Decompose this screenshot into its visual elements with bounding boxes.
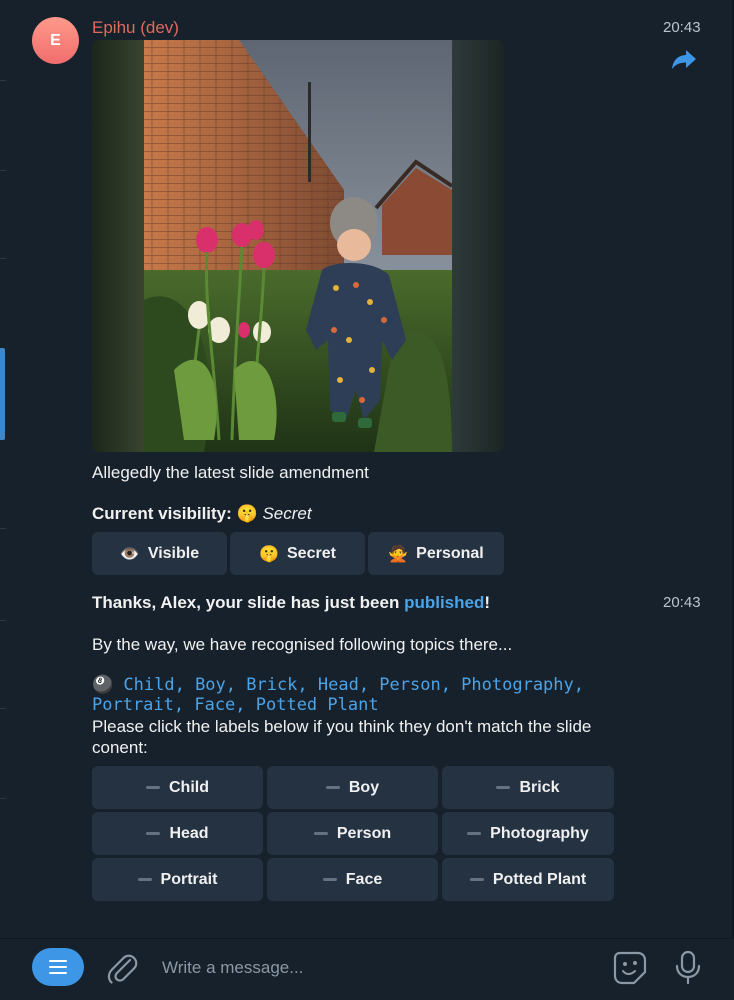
visible-button-label: Visible (147, 544, 200, 562)
label-text: Face (345, 870, 383, 888)
topics-intro: By the way, we have recognised following… (92, 635, 513, 654)
topics-line-2[interactable]: Portrait, Face, Potted Plant (92, 695, 652, 715)
published-text: Thanks, Alex, your slide has just been (92, 593, 405, 612)
divider (0, 170, 6, 171)
minus-icon (313, 832, 328, 835)
divider (0, 80, 6, 81)
label-button-head[interactable]: Head (92, 812, 263, 855)
visibility-value: Secret (262, 504, 312, 523)
pool-8-ball-icon: 🎱 (92, 675, 114, 695)
menu-line (49, 972, 67, 974)
minus-icon (146, 832, 161, 835)
secret-button[interactable]: 🤫 Secret (230, 532, 365, 575)
message-time: 20:43 (663, 594, 701, 611)
personal-button[interactable]: 🙅 Personal (368, 532, 504, 575)
slide-photo[interactable] (92, 40, 504, 452)
divider (0, 258, 6, 259)
label-text: Photography (490, 824, 589, 842)
personal-button-label: Personal (416, 544, 484, 562)
avatar[interactable]: E (32, 17, 79, 64)
microphone-icon[interactable] (674, 950, 702, 986)
divider (0, 798, 6, 799)
gesture-no-icon: 🙅 (388, 545, 409, 563)
label-text: Potted Plant (492, 870, 587, 888)
minus-icon (325, 786, 340, 789)
message-input[interactable] (154, 952, 584, 984)
chat-list-edge (0, 0, 6, 938)
label-button-boy[interactable]: Boy (267, 766, 438, 809)
photo-content (144, 40, 452, 452)
visible-button[interactable]: 👁️ Visible (92, 532, 227, 575)
label-text: Portrait (160, 870, 218, 888)
visibility-emoji: 🤫 (236, 504, 258, 523)
published-link[interactable]: published (404, 593, 484, 612)
message-time: 20:43 (663, 19, 701, 36)
current-visibility: Current visibility: 🤫 Secret (92, 504, 312, 524)
labels-instruction: Please click the labels below if you thi… (92, 717, 592, 757)
minus-icon (469, 878, 484, 881)
divider (0, 528, 6, 529)
label-button-potted-plant[interactable]: Potted Plant (442, 858, 614, 901)
published-suffix: ! (484, 593, 491, 612)
menu-line (49, 966, 67, 968)
menu-icon[interactable] (32, 948, 84, 986)
label-button-portrait[interactable]: Portrait (92, 858, 263, 901)
photo-blur-right (452, 40, 504, 452)
forward-icon[interactable] (670, 47, 698, 71)
label-text: Child (169, 778, 209, 796)
minus-icon (496, 786, 511, 789)
secret-button-label: Secret (287, 544, 336, 562)
divider (0, 620, 6, 621)
label-button-photography[interactable]: Photography (442, 812, 614, 855)
minus-icon (146, 786, 160, 789)
label-text: Head (169, 824, 209, 842)
shushing-face-icon: 🤫 (259, 545, 279, 563)
label-button-brick[interactable]: Brick (442, 766, 614, 809)
label-text: Person (336, 824, 392, 842)
label-button-face[interactable]: Face (267, 858, 438, 901)
minus-icon (137, 878, 152, 881)
paperclip-icon[interactable] (106, 951, 138, 985)
label-text: Boy (348, 778, 380, 796)
menu-line (49, 960, 67, 962)
sender-name[interactable]: Epihu (dev) (92, 18, 179, 38)
sticker-icon[interactable] (612, 950, 648, 986)
photo-caption: Allegedly the latest slide amendment (92, 463, 369, 482)
topics-list: 🎱 Child, Boy, Brick, Head, Person, Photo… (92, 675, 652, 715)
minus-icon (467, 832, 482, 835)
eye-icon: 👁️ (119, 545, 140, 563)
label-text: Brick (519, 778, 560, 796)
label-button-child[interactable]: Child (92, 766, 263, 809)
photo-blur-left (92, 40, 144, 452)
label-button-person[interactable]: Person (267, 812, 438, 855)
published-message: Thanks, Alex, your slide has just been p… (92, 593, 490, 613)
active-chat-indicator (0, 348, 5, 440)
visibility-label: Current visibility: (92, 504, 232, 523)
chat-window: E Epihu (dev) 20:43 Allegedly the latest… (0, 0, 734, 1000)
minus-icon (322, 878, 337, 881)
topics-line-1[interactable]: Child, Boy, Brick, Head, Person, Photogr… (123, 675, 584, 695)
divider (0, 708, 6, 709)
